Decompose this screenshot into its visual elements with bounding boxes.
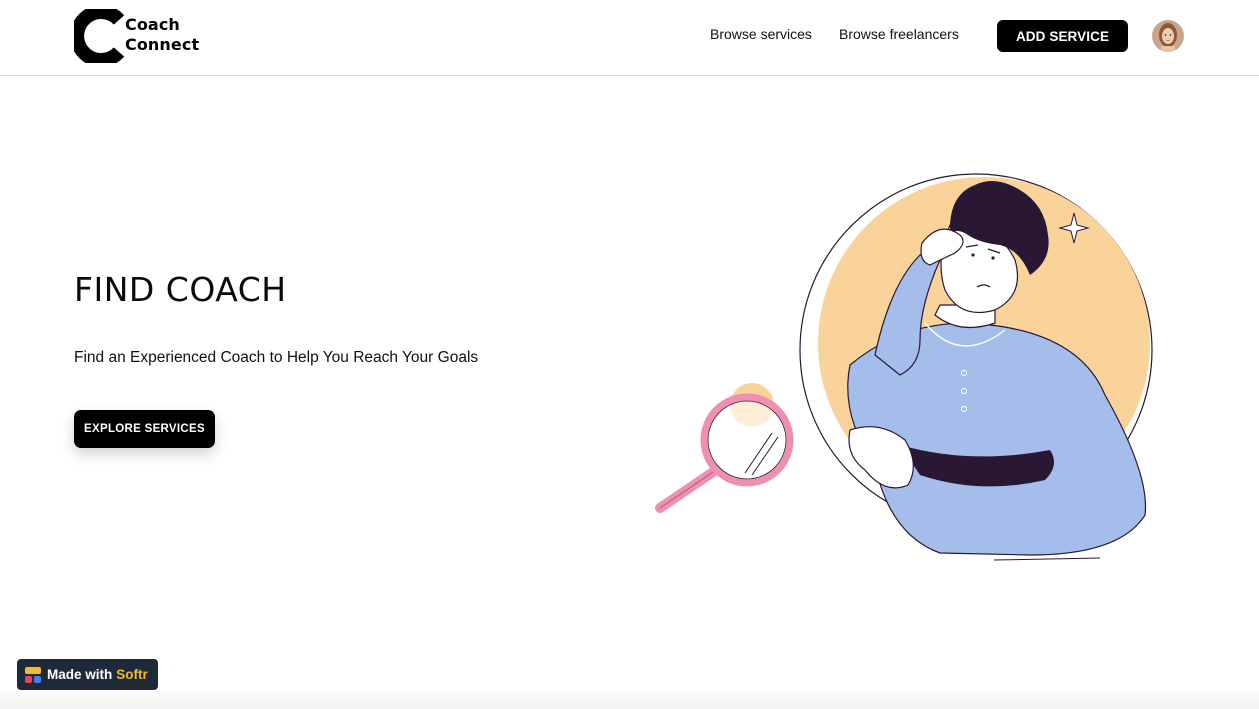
hero-subtitle: Find an Experienced Coach to Help You Re… [74,349,479,366]
thinking-person-illustration [655,173,1153,561]
softr-logo-icon [25,666,41,683]
logo-text-line2: Connect [125,35,200,54]
badge-prefix-text: Made with [47,667,113,682]
made-with-softr-badge[interactable]: Made with Softr [17,659,158,690]
logo-c-mark-icon [74,9,125,63]
top-navbar: Coach Connect Browse services Browse fre… [0,0,1259,76]
logo-text-line1: Coach [125,15,180,34]
nav-browse-services-link[interactable]: Browse services [710,26,812,42]
nav-browse-freelancers-link[interactable]: Browse freelancers [839,26,959,42]
magnifier-glass [655,393,794,513]
explore-services-button[interactable]: EXPLORE SERVICES [74,410,215,448]
coach-connect-logo[interactable]: Coach Connect [74,9,214,63]
user-avatar-icon [1152,20,1184,52]
user-avatar[interactable] [1152,20,1184,52]
bottom-edge-shadow [0,687,1259,709]
logo-text: Coach Connect [125,15,199,55]
hero-title: FIND COACH [74,270,287,309]
badge-brand-text: Softr [116,667,148,682]
add-service-button[interactable]: ADD SERVICE [997,20,1128,52]
